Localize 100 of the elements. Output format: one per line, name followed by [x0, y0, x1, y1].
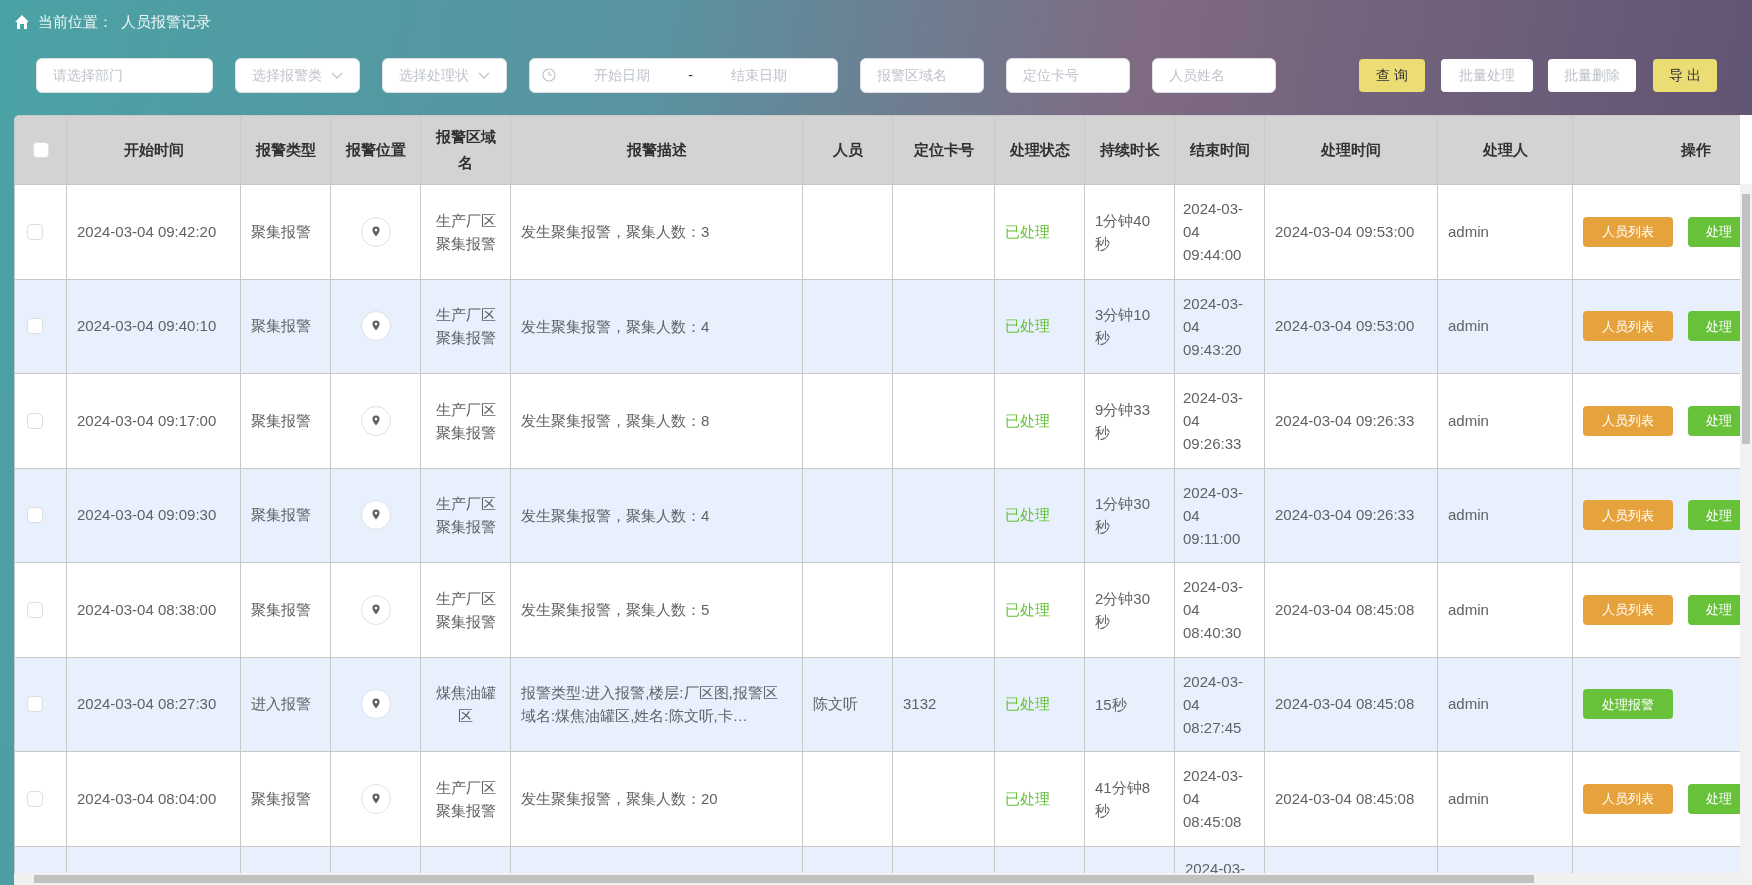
table-cell: 2024-03-04 08:27:30	[77, 695, 217, 712]
row-action-button[interactable]: 人员列表	[1583, 783, 1673, 814]
table-cell: 生产厂区聚集报警	[435, 495, 496, 536]
table-cell: 生产厂区聚集报警	[435, 400, 496, 441]
row-action-button[interactable]: 处理	[1688, 500, 1740, 531]
dropdown[interactable]: 选择报警类	[235, 57, 360, 93]
row-action-button[interactable]: 人员列表	[1583, 216, 1673, 247]
row-checkbox[interactable]	[27, 790, 43, 807]
table-cell: 2分钟30秒	[1095, 589, 1151, 630]
status-text: 已处理	[1005, 789, 1050, 807]
status-text: 已处理	[1005, 317, 1050, 334]
table-cell: 发生聚集报警，聚集人数：4	[521, 506, 710, 524]
table-cell: 聚集报警	[251, 222, 311, 240]
table-cell: admin	[1448, 789, 1489, 807]
row-checkbox[interactable]	[27, 601, 43, 618]
row-action-button[interactable]: 人员列表	[1583, 500, 1673, 531]
text-field[interactable]: 报警区域名	[860, 57, 984, 93]
home-icon[interactable]	[14, 14, 30, 30]
table-cell: admin	[1448, 600, 1489, 618]
vertical-scrollbar[interactable]	[1740, 184, 1752, 873]
table-cell: 发生聚集报警，聚集人数：8	[521, 412, 710, 430]
table-cell: 发生聚集报警，聚集人数：5	[521, 601, 710, 619]
table-cell: 15秒	[1095, 695, 1127, 713]
table-cell: 9分钟33秒	[1095, 400, 1151, 441]
action-button[interactable]: 导 出	[1653, 58, 1717, 92]
location-pin-icon[interactable]	[360, 594, 391, 625]
table-cell: admin	[1448, 411, 1489, 429]
table-cell: admin	[1448, 695, 1489, 712]
row-action-button[interactable]: 处理	[1688, 311, 1740, 342]
table-cell: 生产厂区聚集报警	[435, 589, 496, 630]
text-field[interactable]: 定位卡号	[1006, 57, 1130, 93]
table-cell: 聚集报警	[251, 600, 311, 618]
horizontal-scrollbar[interactable]	[14, 873, 1752, 885]
table-cell: 2024-03-04 09:26:33	[1183, 389, 1244, 453]
table-cell: 2024-03-04 09:53:00	[1275, 222, 1415, 240]
breadcrumb-current-page: 人员报警记录	[121, 11, 211, 32]
row-action-button[interactable]: 处理	[1688, 216, 1740, 247]
table-cell: 2024-03-04 09:17:00	[77, 411, 217, 429]
table-cell: 煤焦油罐区	[435, 684, 496, 725]
location-pin-icon[interactable]	[360, 405, 391, 436]
status-text: 已处理	[1005, 600, 1050, 618]
table-cell: admin	[1448, 222, 1489, 240]
table-cell: 生产厂区聚集报警	[435, 211, 496, 252]
row-action-button[interactable]: 处理	[1688, 405, 1740, 436]
select-all-checkbox[interactable]	[32, 142, 49, 158]
table-cell: 2024-03-04 09:42:20	[77, 222, 217, 240]
action-button[interactable]: 查 询	[1359, 58, 1425, 92]
table-cell: 聚集报警	[251, 411, 311, 429]
row-checkbox[interactable]	[27, 223, 43, 240]
table-cell: 陈文听	[813, 695, 858, 712]
table-cell: 2024-03-04 09:11:00	[1183, 483, 1244, 547]
action-button[interactable]: 批量处理	[1441, 58, 1533, 92]
status-text: 已处理	[1005, 695, 1050, 712]
location-pin-icon[interactable]	[360, 783, 391, 814]
table-cell: 生产厂区聚集报警	[435, 778, 496, 819]
row-checkbox[interactable]	[27, 318, 43, 335]
row-checkbox[interactable]	[27, 412, 43, 429]
table-cell: 2024-03-04 09:26:33	[1275, 411, 1415, 429]
breadcrumb-label: 当前位置：	[38, 11, 113, 32]
row-checkbox[interactable]	[27, 507, 43, 524]
table-cell: 2024-03-04 09:43:20	[1183, 294, 1244, 358]
table-cell: 1分钟40秒	[1095, 211, 1151, 252]
location-pin-icon[interactable]	[360, 500, 391, 531]
table-cell: admin	[1448, 506, 1489, 523]
table-cell: 2024-03-04 09:09:30	[77, 506, 217, 523]
row-action-button[interactable]: 人员列表	[1583, 405, 1673, 436]
text-field[interactable]: 请选择部门	[36, 57, 213, 93]
location-pin-icon[interactable]	[360, 216, 391, 247]
table-cell: 2024-03-04 08:40:30	[1183, 578, 1244, 642]
status-text: 已处理	[1005, 506, 1050, 523]
row-action-button[interactable]: 处理	[1688, 783, 1740, 814]
table-cell: 1分钟30秒	[1095, 495, 1151, 536]
location-pin-icon[interactable]	[360, 689, 391, 720]
clock-icon	[542, 68, 556, 82]
row-action-button[interactable]: 人员列表	[1583, 311, 1673, 342]
table-cell: 2024-03-04 08:45:08	[1275, 600, 1415, 618]
row-action-button[interactable]: 人员列表	[1583, 594, 1673, 625]
table-cell: 进入报警	[251, 695, 311, 712]
table-cell: 2024-03-04 08:38:00	[77, 600, 217, 618]
table-cell: 聚集报警	[251, 789, 311, 807]
row-checkbox[interactable]	[27, 696, 43, 713]
table-cell: 2024-03-04 09:44:00	[1183, 200, 1244, 264]
table-cell: 2024-03-04 09:40:10	[77, 317, 217, 334]
location-pin-icon[interactable]	[360, 311, 391, 342]
table-cell: 发生聚集报警，聚集人数：4	[521, 317, 710, 335]
table-cell: 2024-03-04 08:45:08	[1183, 767, 1244, 831]
table-cell: 2024-03-	[1185, 859, 1246, 873]
row-action-button[interactable]: 处理	[1688, 594, 1740, 625]
action-button[interactable]: 批量删除	[1548, 58, 1636, 92]
table-cell: 聚集报警	[251, 506, 311, 523]
table-cell: 2024-03-04 09:53:00	[1275, 317, 1415, 334]
row-action-button[interactable]: 处理报警	[1583, 689, 1673, 720]
text-field[interactable]: 人员姓名	[1152, 57, 1276, 93]
status-text: 已处理	[1005, 411, 1050, 429]
date-range-picker[interactable]: 开始日期 - 结束日期	[529, 57, 838, 93]
table-cell: 3132	[903, 695, 937, 712]
table-cell: 2024-03-04 08:04:00	[77, 789, 217, 807]
dropdown[interactable]: 选择处理状	[382, 57, 507, 93]
table-cell: 2024-03-04 09:26:33	[1275, 506, 1415, 523]
table-cell: 41分钟8秒	[1095, 778, 1151, 819]
